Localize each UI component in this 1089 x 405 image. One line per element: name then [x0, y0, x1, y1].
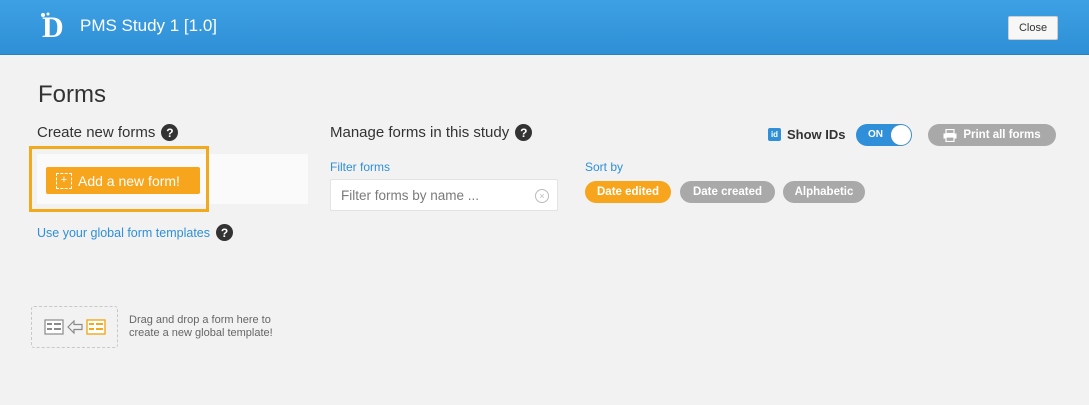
close-button[interactable]: Close [1008, 16, 1058, 40]
sort-date-created-button[interactable]: Date created [680, 181, 775, 203]
top-bar: D PMS Study 1 [1.0] Close [0, 0, 1089, 55]
help-icon[interactable]: ? [161, 124, 179, 141]
arrow-left-icon [66, 320, 83, 334]
sort-date-edited-button[interactable]: Date edited [585, 181, 671, 203]
show-ids-toggle[interactable]: ON [856, 124, 912, 146]
template-drop-zone[interactable] [31, 306, 118, 348]
global-templates-link[interactable]: Use your global form templates ? [37, 224, 233, 241]
print-all-forms-button[interactable]: Print all forms [928, 124, 1056, 146]
print-all-forms-label: Print all forms [963, 129, 1041, 141]
sort-alphabetic-button[interactable]: Alphabetic [783, 181, 865, 203]
logo-letter: D [42, 11, 64, 42]
add-new-form-label: Add a new form! [78, 172, 180, 189]
form-template-icon [43, 319, 64, 335]
global-templates-link-text[interactable]: Use your global form templates [37, 226, 210, 240]
add-icon: + [56, 172, 72, 189]
help-icon[interactable]: ? [216, 224, 233, 241]
drop-zone-text: Drag and drop a form here to create a ne… [129, 314, 319, 340]
create-forms-heading: Create new forms ? [37, 124, 179, 141]
show-ids-label: id Show IDs [768, 127, 846, 142]
manage-forms-heading: Manage forms in this study ? [330, 124, 533, 141]
filter-forms-input[interactable] [330, 179, 558, 211]
page-title: Forms [38, 81, 106, 108]
create-forms-heading-text: Create new forms [37, 124, 156, 141]
drop-zone-text-line1: Drag and drop a form here to [129, 314, 271, 326]
sort-by-label: Sort by [585, 160, 624, 174]
form-icon [85, 319, 106, 335]
drop-zone-text-line2: create a new global template! [129, 327, 273, 339]
toggle-on-label: ON [868, 129, 883, 140]
id-icon: id [768, 128, 781, 141]
manage-forms-heading-text: Manage forms in this study [330, 124, 510, 141]
app-title: PMS Study 1 [1.0] [80, 16, 218, 35]
clear-icon[interactable]: × [535, 189, 549, 203]
toggle-knob[interactable] [891, 125, 911, 145]
add-new-form-button[interactable]: + Add a new form! [46, 167, 200, 194]
logo-d-icon: D [41, 11, 64, 42]
help-icon[interactable]: ? [515, 124, 533, 141]
printer-icon [943, 128, 957, 142]
filter-forms-label: Filter forms [330, 160, 390, 174]
show-ids-text: Show IDs [787, 127, 846, 142]
